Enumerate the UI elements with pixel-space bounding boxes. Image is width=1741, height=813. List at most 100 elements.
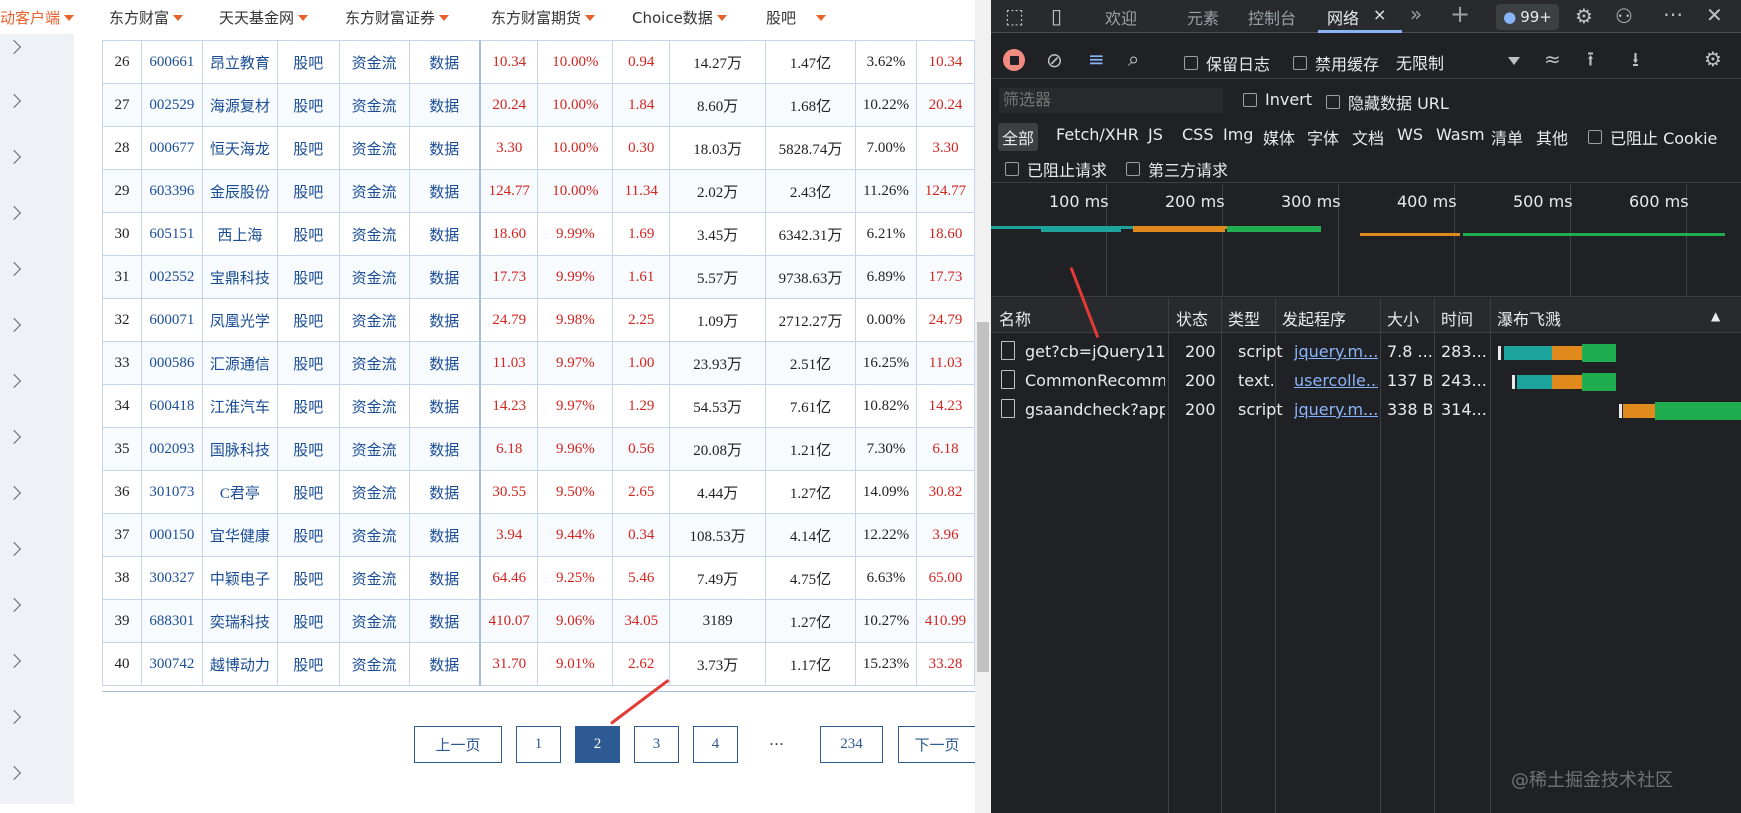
data-link[interactable]: 数据 (408, 642, 481, 686)
close-devtools-icon[interactable]: ✕ (1706, 5, 1723, 25)
request-row[interactable]: gsaandcheck?app... 200 script jquery.m..… (991, 396, 1741, 425)
chevron-right-icon[interactable] (6, 39, 22, 55)
data-link[interactable]: 数据 (408, 427, 481, 471)
type-manifest[interactable]: 清单 (1487, 123, 1527, 151)
chevron-right-icon[interactable] (6, 317, 22, 333)
data-link[interactable]: 数据 (408, 470, 481, 514)
stock-code[interactable]: 603396 (140, 169, 203, 213)
stock-name[interactable]: 江淮汽车 (201, 384, 278, 428)
import-har-icon[interactable]: ⭱ (1587, 49, 1594, 69)
stock-code[interactable]: 688301 (140, 599, 203, 643)
type-font[interactable]: 字体 (1303, 123, 1343, 151)
sort-up-icon[interactable]: ▲ (1711, 309, 1720, 323)
request-row[interactable]: get?cb=jQuery11... 200 script jquery.m..… (991, 338, 1741, 367)
column-name[interactable]: 名称 (999, 306, 1031, 330)
guba-link[interactable]: 股吧 (276, 427, 340, 471)
fund-flow-link[interactable]: 资金流 (338, 642, 410, 686)
stock-code[interactable]: 600661 (140, 40, 203, 84)
page-2-button[interactable]: 2 (575, 726, 620, 763)
preserve-log-checkbox[interactable]: 保留日志 (1184, 51, 1270, 75)
nav-item-securities[interactable]: 东方财富证券 (345, 7, 450, 28)
fund-flow-link[interactable]: 资金流 (338, 40, 410, 84)
guba-link[interactable]: 股吧 (276, 470, 340, 514)
tab-network[interactable]: 网络 (1327, 5, 1359, 29)
chevron-right-icon[interactable] (6, 541, 22, 557)
stock-code[interactable]: 600418 (140, 384, 203, 428)
type-img[interactable]: Img (1219, 123, 1257, 146)
last-page-button[interactable]: 234 (820, 726, 883, 763)
inspect-icon[interactable]: ⬚ (1005, 6, 1024, 26)
stock-code[interactable]: 002552 (140, 255, 203, 299)
guba-link[interactable]: 股吧 (276, 255, 340, 299)
chevron-down-icon[interactable] (1508, 57, 1520, 65)
guba-link[interactable]: 股吧 (276, 384, 340, 428)
filter-input[interactable] (999, 88, 1223, 113)
data-link[interactable]: 数据 (408, 599, 481, 643)
tab-welcome[interactable]: 欢迎 (1105, 5, 1137, 29)
type-wasm[interactable]: Wasm (1432, 123, 1489, 146)
type-js[interactable]: JS (1144, 123, 1167, 146)
stock-name[interactable]: 宝鼎科技 (201, 255, 278, 299)
fund-flow-link[interactable]: 资金流 (338, 126, 410, 170)
page-scrollbar[interactable] (975, 0, 991, 813)
filter-icon[interactable]: ≡ (1088, 49, 1105, 69)
stock-name[interactable]: 西上海 (201, 212, 278, 256)
fund-flow-link[interactable]: 资金流 (338, 470, 410, 514)
guba-link[interactable]: 股吧 (276, 169, 340, 213)
page-4-button[interactable]: 4 (693, 726, 738, 763)
close-tab-icon[interactable]: × (1373, 5, 1386, 24)
stock-code[interactable]: 301073 (140, 470, 203, 514)
page-3-button[interactable]: 3 (634, 726, 679, 763)
issues-badge[interactable]: ● 99+ (1496, 4, 1559, 30)
chevron-right-icon[interactable] (6, 653, 22, 669)
stock-name[interactable]: 汇源通信 (201, 341, 278, 385)
hide-data-urls-checkbox[interactable]: 隐藏数据 URL (1326, 90, 1449, 114)
column-type[interactable]: 类型 (1228, 306, 1260, 330)
stock-code[interactable]: 000677 (140, 126, 203, 170)
chevron-right-icon[interactable] (6, 765, 22, 781)
nav-item-fund[interactable]: 天天基金网 (219, 7, 309, 28)
stock-code[interactable]: 300327 (140, 556, 203, 600)
stock-code[interactable]: 002529 (140, 83, 203, 127)
nav-item-choice[interactable]: Choice数据 (632, 7, 727, 28)
fund-flow-link[interactable]: 资金流 (338, 427, 410, 471)
request-name[interactable]: CommonRecomm... (1025, 371, 1165, 390)
data-link[interactable]: 数据 (408, 126, 481, 170)
guba-link[interactable]: 股吧 (276, 40, 340, 84)
fund-flow-link[interactable]: 资金流 (338, 556, 410, 600)
throttle-select[interactable]: 无限制 (1396, 50, 1444, 74)
guba-link[interactable]: 股吧 (276, 83, 340, 127)
data-link[interactable]: 数据 (408, 384, 481, 428)
stock-name[interactable]: 奕瑞科技 (201, 599, 278, 643)
add-tab-icon[interactable]: + (1450, 0, 1470, 28)
stock-name[interactable]: C君亭 (201, 470, 278, 514)
more-tabs-icon[interactable]: » (1410, 2, 1422, 26)
stock-name[interactable]: 越博动力 (201, 642, 278, 686)
type-media[interactable]: 媒体 (1259, 123, 1299, 151)
network-conditions-icon[interactable]: ≈ (1544, 49, 1561, 69)
column-size[interactable]: 大小 (1387, 306, 1419, 330)
column-time[interactable]: 时间 (1441, 306, 1473, 330)
disable-cache-checkbox[interactable]: 禁用缓存 (1293, 51, 1379, 75)
data-link[interactable]: 数据 (408, 255, 481, 299)
stock-code[interactable]: 300742 (140, 642, 203, 686)
fund-flow-link[interactable]: 资金流 (338, 599, 410, 643)
stock-name[interactable]: 海源复材 (201, 83, 278, 127)
guba-link[interactable]: 股吧 (276, 126, 340, 170)
stock-name[interactable]: 中颖电子 (201, 556, 278, 600)
scrollbar-thumb[interactable] (977, 322, 989, 672)
prev-page-button[interactable]: 上一页 (414, 726, 502, 763)
fund-flow-link[interactable]: 资金流 (338, 255, 410, 299)
blocked-requests-checkbox[interactable]: 已阻止请求 (1005, 157, 1107, 181)
chevron-right-icon[interactable] (6, 149, 22, 165)
stock-name[interactable]: 凤凰光学 (201, 298, 278, 342)
invert-checkbox[interactable]: Invert (1243, 90, 1312, 109)
request-row[interactable]: CommonRecomm... 200 text... usercolle...… (991, 367, 1741, 396)
stock-name[interactable]: 宜华健康 (201, 513, 278, 557)
guba-link[interactable]: 股吧 (276, 513, 340, 557)
tab-console[interactable]: 控制台 (1248, 5, 1296, 29)
stock-name[interactable]: 恒天海龙 (201, 126, 278, 170)
request-initiator[interactable]: jquery.m... (1294, 342, 1378, 361)
stock-name[interactable]: 昂立教育 (201, 40, 278, 84)
type-css[interactable]: CSS (1178, 123, 1217, 146)
